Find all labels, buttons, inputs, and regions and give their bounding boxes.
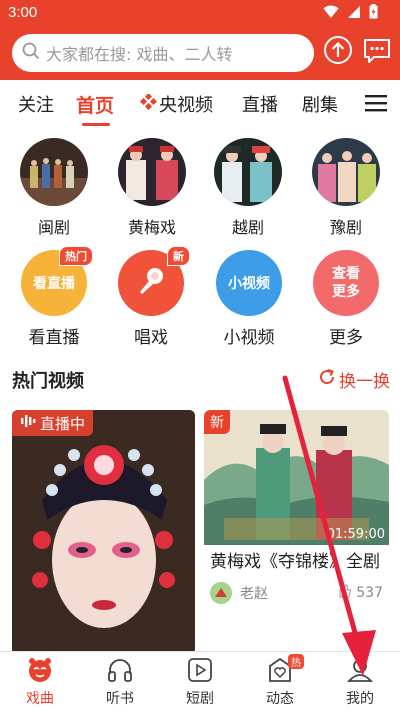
new-tag: 新 bbox=[204, 410, 230, 434]
watch-live-circle: 看直播 热门 bbox=[21, 246, 93, 316]
message-icon bbox=[362, 35, 392, 69]
tab-cctv-label: 央视频 bbox=[159, 95, 213, 116]
battery-icon bbox=[369, 4, 378, 19]
category-label: 越剧 bbox=[231, 218, 264, 237]
video-card[interactable]: 新 01:59:00 黄梅戏《夺锦楼》全剧 老赵 537 bbox=[204, 410, 389, 640]
tab-active-indicator bbox=[82, 123, 110, 126]
category-min-opera[interactable]: 闽剧 bbox=[14, 138, 94, 238]
headphones-icon bbox=[106, 656, 134, 688]
author-name: 老赵 bbox=[240, 586, 268, 602]
nav-moments[interactable]: 热 动态 bbox=[240, 654, 320, 708]
category-label: 豫剧 bbox=[329, 218, 362, 237]
sound-wave-icon bbox=[20, 414, 36, 432]
sing-opera-circle: 新 bbox=[118, 246, 190, 316]
category-thumbnail bbox=[118, 138, 186, 206]
category-yue-opera[interactable]: 越剧 bbox=[208, 138, 288, 238]
video-thumbnail: 新 01:59:00 bbox=[204, 410, 389, 545]
tab-home[interactable]: 首页 bbox=[76, 91, 114, 118]
likes: 537 bbox=[338, 584, 383, 602]
like-icon bbox=[338, 584, 352, 602]
tab-cctv-video[interactable]: 央视频 bbox=[139, 91, 213, 117]
shortcut-label: 看直播 bbox=[28, 328, 80, 348]
short-video-circle: 小视频 bbox=[216, 250, 282, 316]
nav-audiobook[interactable]: 听书 bbox=[80, 656, 160, 708]
user-icon bbox=[346, 656, 374, 688]
tab-live[interactable]: 直播 bbox=[242, 91, 278, 117]
live-thumbnail bbox=[12, 410, 195, 651]
home-content: 闽剧 黄梅戏 越剧 豫剧 看直播 热门 看直播 新 唱戏 小视频 小视频 查看更… bbox=[0, 128, 400, 651]
upload-button[interactable] bbox=[322, 36, 354, 68]
wifi-icon bbox=[323, 5, 339, 19]
author-avatar bbox=[210, 582, 232, 604]
top-tabs: 关注 首页 央视频 直播 剧集 bbox=[0, 80, 400, 128]
microphone-icon bbox=[134, 264, 168, 302]
hot-badge: 热 bbox=[288, 654, 304, 669]
refresh-label: 换一换 bbox=[339, 372, 390, 392]
hot-badge: 热门 bbox=[59, 246, 93, 266]
bottom-nav: 戏曲 听书 短剧 热 动态 我的 bbox=[0, 651, 400, 711]
live-tag-label: 直播中 bbox=[40, 414, 86, 433]
play-icon bbox=[186, 656, 214, 688]
video-title: 黄梅戏《夺锦楼》全剧 bbox=[210, 552, 380, 572]
likes-count: 537 bbox=[356, 585, 383, 601]
search-placeholder: 大家都在搜: 戏曲、二人转 bbox=[46, 45, 233, 64]
section-title: 热门视频 bbox=[12, 371, 84, 392]
live-video-card[interactable]: 直播中 bbox=[12, 410, 195, 651]
sing-opera-shortcut[interactable]: 新 唱戏 bbox=[106, 246, 196, 348]
category-yu-opera[interactable]: 豫剧 bbox=[306, 138, 386, 238]
message-button[interactable] bbox=[360, 36, 394, 68]
short-video-circle-text: 小视频 bbox=[228, 276, 270, 292]
nav-label: 听书 bbox=[106, 691, 134, 707]
upload-icon bbox=[323, 35, 353, 69]
search-icon bbox=[22, 42, 46, 64]
category-label: 闽剧 bbox=[37, 218, 70, 237]
status-icons bbox=[323, 4, 378, 19]
status-time: 3:00 bbox=[8, 4, 38, 21]
watch-live-circle-text: 看直播 bbox=[33, 276, 75, 292]
menu-icon bbox=[364, 95, 388, 118]
tab-follow[interactable]: 关注 bbox=[18, 91, 54, 117]
nav-me[interactable]: 我的 bbox=[320, 656, 400, 708]
cctv-logo-icon bbox=[139, 92, 159, 115]
refresh-icon bbox=[318, 368, 336, 391]
category-thumbnail bbox=[214, 138, 282, 206]
category-huangmei-opera[interactable]: 黄梅戏 bbox=[112, 138, 192, 238]
video-duration: 01:59:00 bbox=[326, 527, 385, 542]
short-video-shortcut[interactable]: 小视频 小视频 bbox=[204, 250, 294, 348]
more-shortcut[interactable]: 查看更多 更多 bbox=[301, 250, 391, 348]
new-badge: 新 bbox=[167, 246, 190, 266]
video-meta: 老赵 537 bbox=[204, 574, 389, 604]
app-screen: 3:00 大家都在搜: 戏曲、二人转 关注 首页 央视频 直播 剧集 闽剧 黄梅… bbox=[0, 0, 400, 711]
more-circle: 查看更多 bbox=[313, 250, 379, 316]
more-circle-text: 查看更多 bbox=[332, 266, 360, 300]
nav-opera[interactable]: 戏曲 bbox=[0, 656, 80, 708]
category-label: 黄梅戏 bbox=[127, 218, 176, 237]
shortcut-label: 唱戏 bbox=[134, 328, 168, 348]
category-thumbnail bbox=[312, 138, 380, 206]
nav-short-drama[interactable]: 短剧 bbox=[160, 656, 240, 708]
category-thumbnail bbox=[20, 138, 88, 206]
signal-icon bbox=[347, 5, 361, 19]
menu-button[interactable] bbox=[364, 93, 388, 118]
tab-series[interactable]: 剧集 bbox=[302, 91, 338, 117]
nav-label: 短剧 bbox=[186, 691, 214, 707]
shortcut-label: 更多 bbox=[329, 328, 363, 348]
top-bar: 3:00 大家都在搜: 戏曲、二人转 bbox=[0, 0, 400, 80]
nav-label: 戏曲 bbox=[26, 691, 54, 707]
nav-label: 我的 bbox=[346, 691, 374, 707]
watch-live-shortcut[interactable]: 看直播 热门 看直播 bbox=[9, 246, 99, 348]
nav-label: 动态 bbox=[266, 691, 294, 707]
opera-icon bbox=[25, 655, 55, 689]
live-tag: 直播中 bbox=[12, 410, 94, 436]
search-bar[interactable]: 大家都在搜: 戏曲、二人转 bbox=[12, 34, 314, 72]
shortcut-label: 小视频 bbox=[223, 328, 275, 348]
refresh-button[interactable]: 换一换 bbox=[318, 367, 390, 392]
